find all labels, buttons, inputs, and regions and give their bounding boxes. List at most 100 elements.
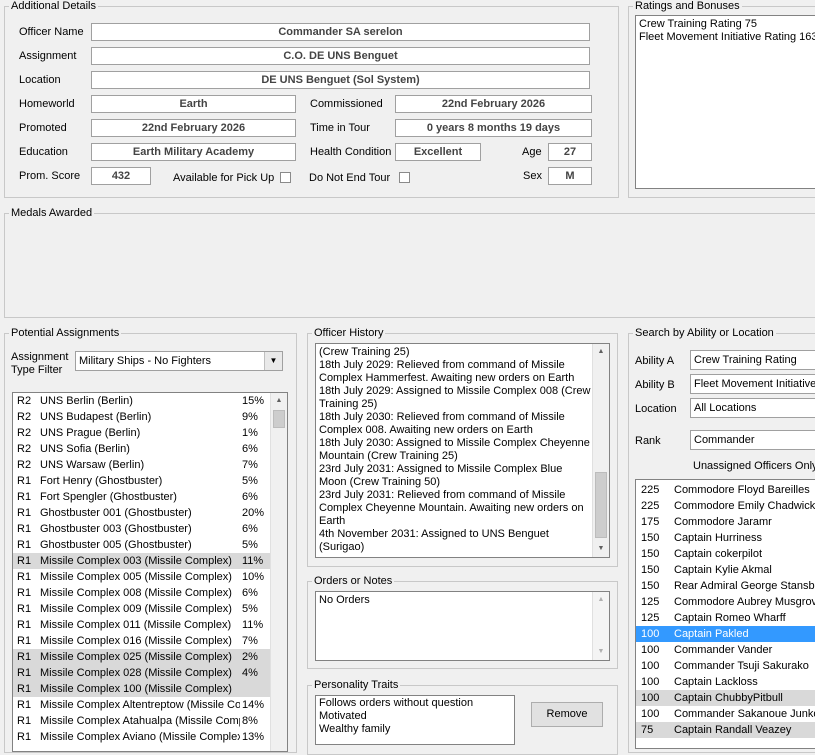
- assignment-name: Missile Complex 009 (Missile Complex): [40, 603, 232, 615]
- pickup-checkbox[interactable]: [280, 172, 291, 183]
- assignment-field[interactable]: C.O. DE UNS Benguet: [91, 47, 590, 65]
- assignment-row[interactable]: R1 Missile Complex 011 (Missile Complex) 1…: [13, 617, 271, 633]
- ability-b-select[interactable]: Fleet Movement Initiative: [690, 374, 815, 394]
- assignment-row[interactable]: R1 Ghostbuster 003 (Ghostbuster) 6%: [13, 521, 271, 537]
- unassigned-label: Unassigned Officers Only: [693, 460, 815, 472]
- officer-row[interactable]: 225 Commodore Floyd Bareilles: [636, 482, 815, 498]
- search-location-select[interactable]: All Locations: [690, 398, 815, 418]
- potential-scrollbar[interactable]: ▲: [270, 393, 287, 751]
- history-scrollbar[interactable]: ▲ ▼: [592, 344, 609, 557]
- officer-row[interactable]: 100 Captain Pakled: [636, 626, 815, 642]
- assignment-name: Ghostbuster 001 (Ghostbuster): [40, 507, 192, 519]
- assignment-row[interactable]: R2 UNS Budapest (Berlin) 9%: [13, 409, 271, 425]
- officer-name-field[interactable]: Commander SA serelon: [91, 23, 590, 41]
- assignment-row[interactable]: R1 Missile Complex 009 (Missile Complex) 5…: [13, 601, 271, 617]
- health-field[interactable]: Excellent: [395, 143, 481, 161]
- assignment-row[interactable]: R2 UNS Berlin (Berlin) 15%: [13, 393, 271, 409]
- scroll-thumb[interactable]: [273, 410, 285, 428]
- ratings-legend: Ratings and Bonuses: [633, 0, 742, 13]
- assignment-row[interactable]: R1 Ghostbuster 001 (Ghostbuster) 20%: [13, 505, 271, 521]
- assignment-name: UNS Sofia (Berlin): [40, 443, 130, 455]
- chevron-down-icon[interactable]: ▼: [264, 352, 282, 370]
- assignment-row[interactable]: R1 Missile Complex 028 (Missile Complex) 4…: [13, 665, 271, 681]
- scroll-thumb[interactable]: [595, 472, 607, 538]
- remove-trait-button[interactable]: Remove: [531, 702, 603, 727]
- officer-row[interactable]: 225 Commodore Emily Chadwick: [636, 498, 815, 514]
- ability-a-select[interactable]: Crew Training Rating: [690, 350, 815, 370]
- assignment-row[interactable]: R2 UNS Warsaw (Berlin) 7%: [13, 457, 271, 473]
- assignment-row[interactable]: R1 Missile Complex Aviano (Missile Comple…: [13, 729, 271, 745]
- assignment-name: Missile Complex 008 (Missile Complex): [40, 587, 232, 599]
- assignment-row[interactable]: R1 Missile Complex 100 (Missile Complex): [13, 681, 271, 697]
- ratings-list[interactable]: Crew Training Rating 75 Fleet Movement I…: [635, 15, 815, 189]
- promoted-field[interactable]: 22nd February 2026: [91, 119, 296, 137]
- potential-assignments-list[interactable]: R2 UNS Berlin (Berlin) 15% R2 UNS Budapest (…: [12, 392, 288, 752]
- potential-assignments-legend: Potential Assignments: [9, 326, 122, 340]
- officer-row[interactable]: 100 Captain ChubbyPitbull: [636, 690, 815, 706]
- assignment-percent: 14%: [242, 699, 265, 711]
- officer-row[interactable]: 100 Commander Sakanoue Junko: [636, 706, 815, 722]
- education-field[interactable]: Earth Military Academy: [91, 143, 296, 161]
- assignment-row[interactable]: R1 Fort Henry (Ghostbuster) 5%: [13, 473, 271, 489]
- assignment-rank: R1: [17, 507, 32, 519]
- officer-score: 150: [641, 564, 660, 576]
- rank-select[interactable]: Commander: [690, 430, 815, 450]
- no-end-tour-checkbox[interactable]: [399, 172, 410, 183]
- assignment-row[interactable]: R1 Missile Complex 003 (Missile Complex) 1…: [13, 553, 271, 569]
- assignment-row[interactable]: R1 Missile Complex 016 (Missile Complex) 7…: [13, 633, 271, 649]
- assignment-rank: R1: [17, 571, 32, 583]
- sex-field[interactable]: M: [548, 167, 592, 185]
- assignment-row[interactable]: R1 Missile Complex 005 (Missile Complex) 1…: [13, 569, 271, 585]
- assignment-row[interactable]: R1 Ghostbuster 005 (Ghostbuster) 5%: [13, 537, 271, 553]
- history-entry: (Crew Training 25): [319, 346, 410, 358]
- history-entry: 4th November 2031: Assigned to UNS Bengu…: [319, 528, 549, 553]
- officer-row[interactable]: 150 Captain Kylie Akmal: [636, 562, 815, 578]
- officer-row[interactable]: 100 Commander Tsuji Sakurako: [636, 658, 815, 674]
- assignment-row[interactable]: R2 UNS Sofia (Berlin) 6%: [13, 441, 271, 457]
- officer-row[interactable]: 125 Commodore Aubrey Musgrove: [636, 594, 815, 610]
- location-field[interactable]: DE UNS Benguet (Sol System): [91, 71, 590, 89]
- commissioned-field[interactable]: 22nd February 2026: [395, 95, 592, 113]
- assignment-name: Missile Complex Atahualpa (Missile Compl…: [40, 715, 240, 727]
- no-end-tour-label: Do Not End Tour: [309, 172, 391, 184]
- time-in-tour-field[interactable]: 0 years 8 months 19 days: [395, 119, 592, 137]
- orders-textbox[interactable]: No Orders ▲ ▼: [315, 591, 610, 661]
- orders-scrollbar[interactable]: ▲ ▼: [592, 592, 609, 660]
- type-filter-select[interactable]: Military Ships - No Fighters ▼: [75, 351, 283, 371]
- scroll-up-icon[interactable]: ▲: [593, 592, 609, 608]
- assignment-row[interactable]: R1 Missile Complex Atahualpa (Missile Com…: [13, 713, 271, 729]
- scroll-up-icon[interactable]: ▲: [271, 393, 287, 409]
- assignment-row[interactable]: R1 Fort Spengler (Ghostbuster) 6%: [13, 489, 271, 505]
- traits-list[interactable]: Follows orders without question Motivate…: [315, 695, 515, 745]
- officer-row[interactable]: 125 Captain Romeo Wharff: [636, 610, 815, 626]
- officer-row[interactable]: 150 Captain Hurriness: [636, 530, 815, 546]
- assignment-name: Missile Complex 016 (Missile Complex): [40, 635, 232, 647]
- scroll-down-icon[interactable]: ▼: [593, 541, 609, 557]
- officer-history-box[interactable]: (Crew Training 25) 18th July 2029: Reliev…: [315, 343, 610, 558]
- assignment-row[interactable]: R1 Missile Complex 008 (Missile Complex) 6…: [13, 585, 271, 601]
- officer-row[interactable]: 150 Captain cokerpilot: [636, 546, 815, 562]
- search-results-list[interactable]: 225 Commodore Floyd Bareilles 225 Commodore…: [635, 479, 815, 749]
- officer-name: Captain Pakled: [674, 628, 749, 640]
- age-field[interactable]: 27: [548, 143, 592, 161]
- assignment-rank: R1: [17, 603, 32, 615]
- scroll-down-icon[interactable]: ▼: [593, 644, 609, 660]
- officer-row[interactable]: 75 Captain Randall Veazey: [636, 722, 815, 738]
- homeworld-field[interactable]: Earth: [91, 95, 296, 113]
- prom-score-field[interactable]: 432: [91, 167, 151, 185]
- officer-row[interactable]: 100 Commander Vander: [636, 642, 815, 658]
- officer-row[interactable]: 175 Commodore Jaramr: [636, 514, 815, 530]
- officer-row[interactable]: 150 Rear Admiral George Stansbe: [636, 578, 815, 594]
- assignment-row[interactable]: R2 UNS Prague (Berlin) 1%: [13, 425, 271, 441]
- orders-legend: Orders or Notes: [312, 574, 395, 588]
- assignment-rank: R1: [17, 699, 32, 711]
- assignment-name: Missile Complex 005 (Missile Complex): [40, 571, 232, 583]
- assignment-row[interactable]: R1 Missile Complex Altentreptow (Missile …: [13, 697, 271, 713]
- scroll-up-icon[interactable]: ▲: [593, 344, 609, 360]
- officer-row[interactable]: 100 Captain Lackloss: [636, 674, 815, 690]
- officer-name: Captain ChubbyPitbull: [674, 692, 783, 704]
- sex-label: Sex: [523, 170, 542, 182]
- assignment-row[interactable]: R1 Missile Complex 025 (Missile Complex) 2…: [13, 649, 271, 665]
- promoted-label: Promoted: [19, 122, 67, 134]
- assignment-name: Missile Complex 028 (Missile Complex): [40, 667, 232, 679]
